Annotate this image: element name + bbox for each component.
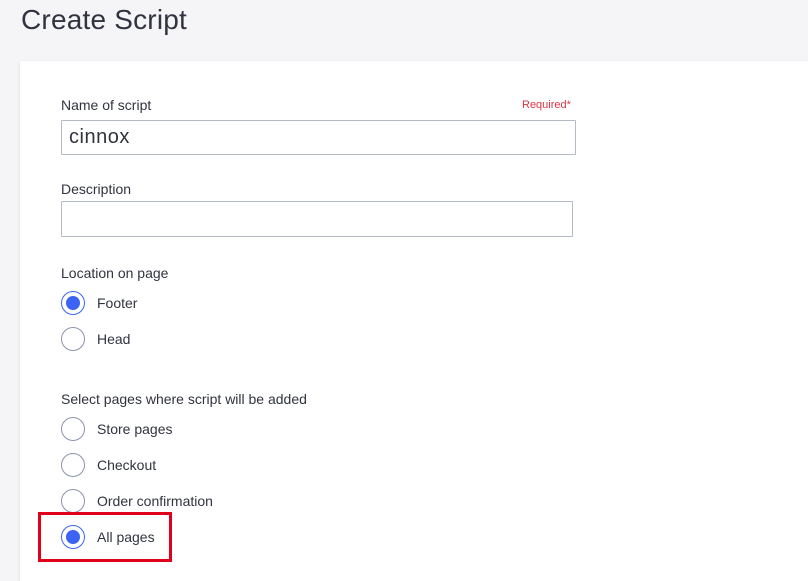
highlight-annotation-box <box>38 512 172 562</box>
checkout-radio-label: Checkout <box>97 457 157 473</box>
page-title: Create Script <box>21 4 187 35</box>
order-confirmation-radio-label: Order confirmation <box>97 493 213 509</box>
footer-radio-label: Footer <box>97 295 138 311</box>
location-option-footer[interactable]: Footer <box>61 291 137 315</box>
pages-field-label: Select pages where script will be added <box>61 391 307 407</box>
pages-option-store-pages[interactable]: Store pages <box>61 417 173 441</box>
name-field-label: Name of script <box>61 97 152 113</box>
store-pages-radio-label: Store pages <box>97 421 173 437</box>
checkout-radio[interactable] <box>61 453 85 477</box>
required-indicator: Required* <box>522 99 571 111</box>
location-field-label: Location on page <box>61 265 169 281</box>
store-pages-radio[interactable] <box>61 417 85 441</box>
pages-option-checkout[interactable]: Checkout <box>61 453 156 477</box>
description-input[interactable] <box>61 201 573 237</box>
pages-option-order-confirmation[interactable]: Order confirmation <box>61 489 213 513</box>
head-radio-label: Head <box>97 331 131 347</box>
location-option-head[interactable]: Head <box>61 327 130 351</box>
description-field-label: Description <box>61 181 132 197</box>
name-input[interactable] <box>61 120 576 155</box>
order-confirmation-radio[interactable] <box>61 489 85 513</box>
footer-radio[interactable] <box>61 291 85 315</box>
head-radio[interactable] <box>61 327 85 351</box>
